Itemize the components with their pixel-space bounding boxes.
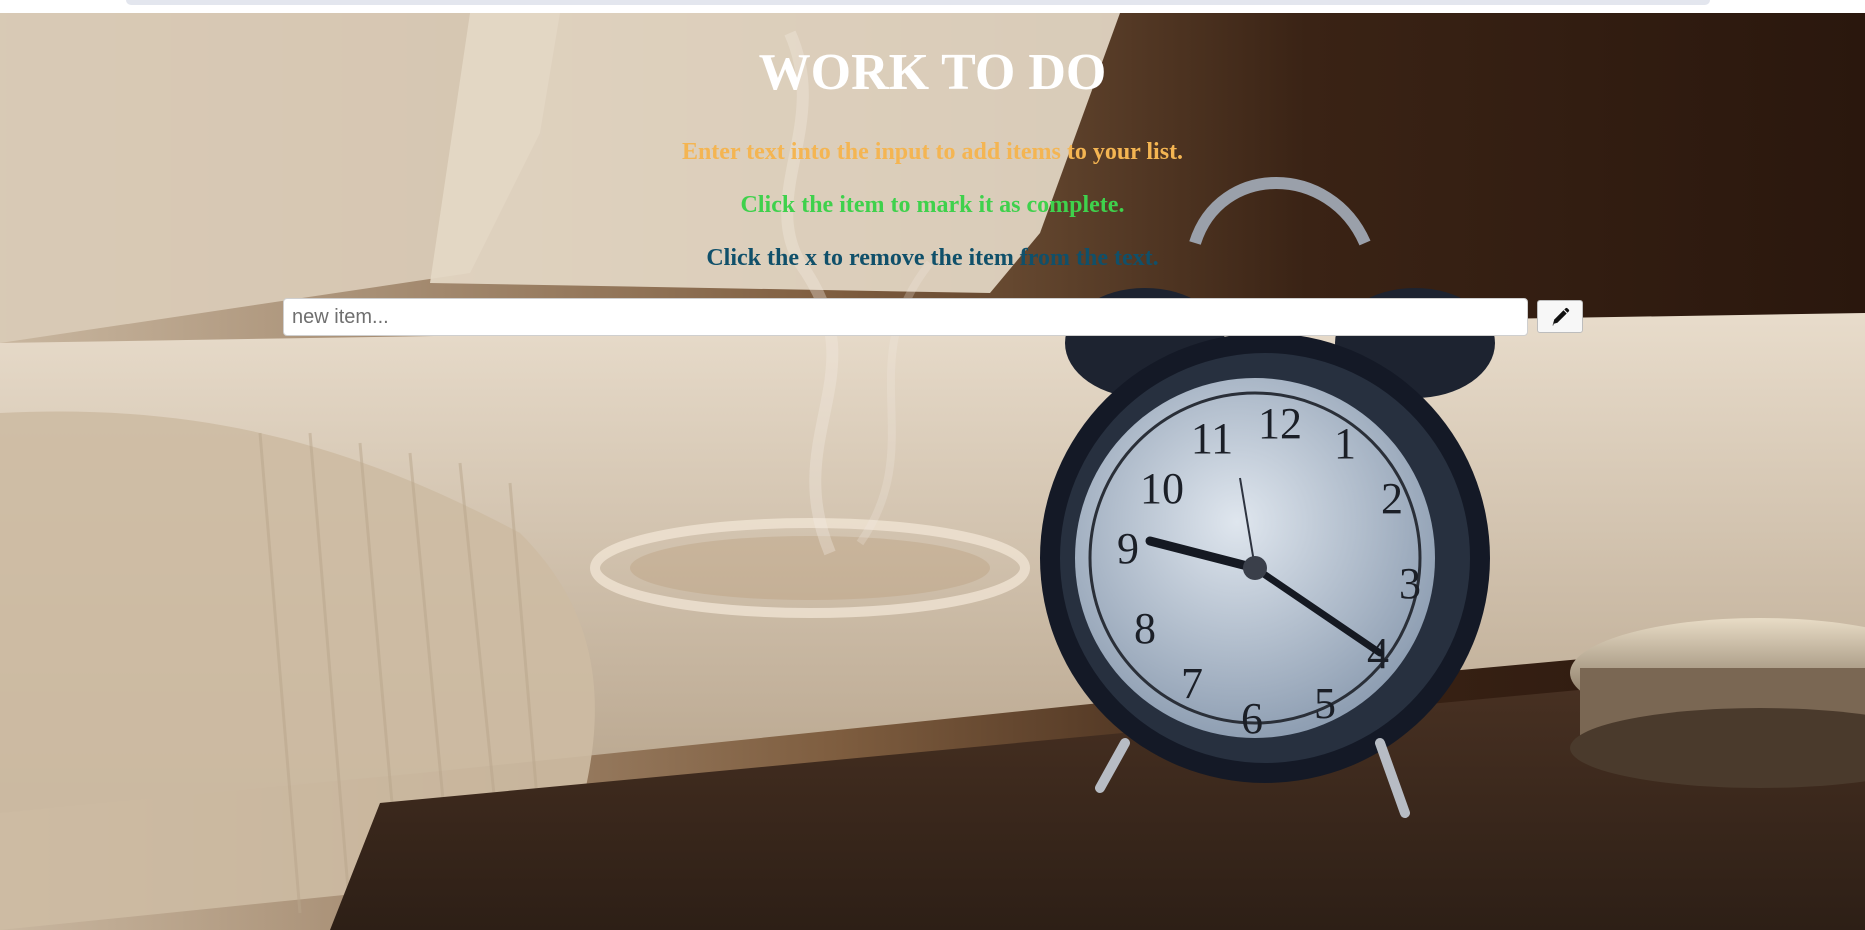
svg-text:7: 7 bbox=[1181, 659, 1203, 708]
instruction-add-item: Enter text into the input to add items t… bbox=[681, 139, 1184, 165]
pencil-icon bbox=[1550, 307, 1570, 327]
svg-text:11: 11 bbox=[1191, 414, 1233, 463]
add-item-button[interactable] bbox=[1537, 300, 1583, 333]
browser-top-bar bbox=[0, 0, 1865, 13]
svg-text:6: 6 bbox=[1241, 694, 1263, 743]
instruction-remove-item: Click the x to remove the item from the … bbox=[706, 245, 1159, 271]
svg-text:12: 12 bbox=[1258, 399, 1302, 448]
svg-text:9: 9 bbox=[1117, 524, 1139, 573]
new-item-input[interactable] bbox=[283, 298, 1528, 336]
svg-text:3: 3 bbox=[1399, 559, 1421, 608]
browser-top-strip bbox=[126, 0, 1710, 5]
instruction-mark-complete: Click the item to mark it as complete. bbox=[740, 192, 1125, 218]
page-title: WORK TO DO bbox=[758, 44, 1107, 101]
svg-text:8: 8 bbox=[1134, 604, 1156, 653]
svg-text:2: 2 bbox=[1381, 474, 1403, 523]
svg-text:10: 10 bbox=[1140, 464, 1184, 513]
svg-text:1: 1 bbox=[1334, 419, 1356, 468]
svg-text:5: 5 bbox=[1314, 679, 1336, 728]
